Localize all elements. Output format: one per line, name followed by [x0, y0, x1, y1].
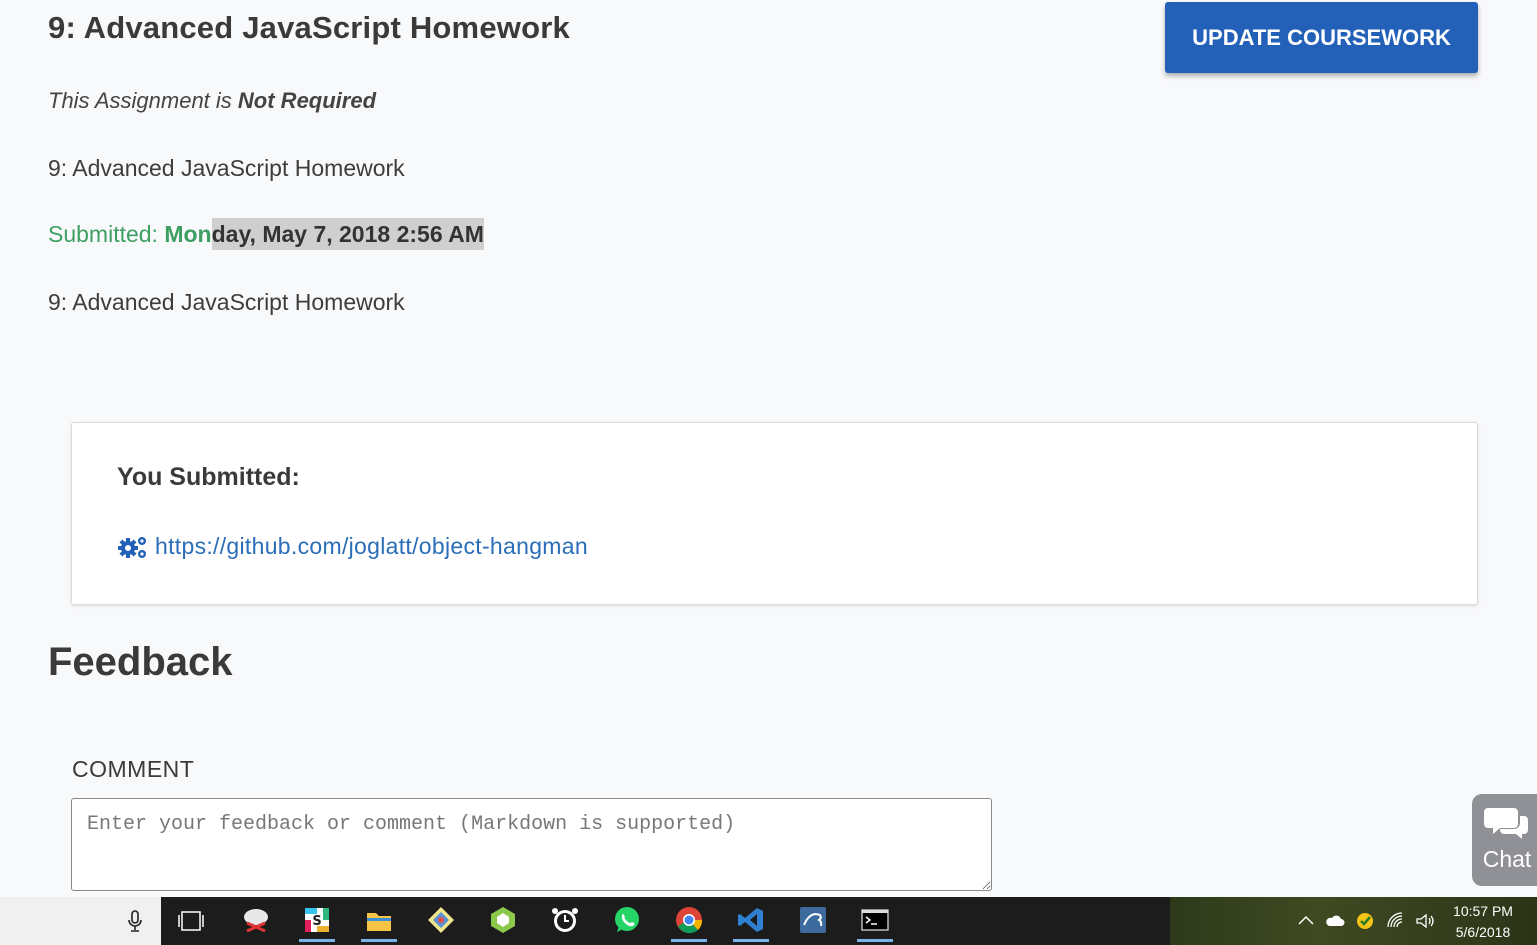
- terminal-taskbar-icon[interactable]: [857, 902, 893, 942]
- assignment-description: 9: Advanced JavaScript Homework: [48, 155, 405, 181]
- onedrive-cloud-icon[interactable]: [1325, 911, 1345, 931]
- vscode-taskbar-icon[interactable]: [733, 902, 769, 942]
- slack-taskbar-icon[interactable]: S: [299, 902, 335, 942]
- show-hidden-icons-chevron-icon[interactable]: [1296, 911, 1316, 931]
- comment-input[interactable]: [71, 798, 992, 891]
- file-explorer-taskbar-icon[interactable]: [361, 902, 397, 942]
- node-taskbar-icon[interactable]: [485, 902, 521, 938]
- taskbar-clock[interactable]: 10:57 PM 5/6/2018: [1448, 901, 1518, 943]
- submission-card: You Submitted: https://github.com/joglat…: [71, 422, 1478, 605]
- microphone-icon[interactable]: [126, 910, 144, 932]
- gitkraken-taskbar-icon[interactable]: [423, 902, 459, 938]
- comment-label: COMMENT: [72, 756, 195, 782]
- chat-button[interactable]: Chat: [1472, 794, 1537, 886]
- norton-security-icon[interactable]: [1355, 911, 1375, 931]
- task-view-icon[interactable]: [177, 909, 205, 933]
- chat-label: Chat: [1482, 846, 1532, 872]
- submission-heading: You Submitted:: [117, 463, 300, 491]
- feedback-title: Feedback: [48, 640, 233, 684]
- update-coursework-button[interactable]: UPDATE COURSEWORK: [1165, 2, 1478, 73]
- windows-taskbar: S 10:57 PM 5/6/2018: [0, 897, 1537, 945]
- wifi-icon[interactable]: [1386, 911, 1406, 931]
- assignment-description-secondary: 9: Advanced JavaScript Homework: [48, 289, 405, 315]
- taskbar-search-box[interactable]: [0, 897, 161, 945]
- submission-link[interactable]: https://github.com/joglatt/object-hangma…: [155, 533, 588, 560]
- clock-date: 5/6/2018: [1455, 924, 1511, 940]
- volume-icon[interactable]: [1415, 911, 1435, 931]
- required-status-value: Not Required: [237, 88, 377, 113]
- submission-link-row: https://github.com/joglatt/object-hangma…: [117, 533, 588, 560]
- submitted-timestamp: Submitted: Monday, May 7, 2018 2:56 AM: [48, 218, 484, 250]
- alarm-clock-taskbar-icon[interactable]: [547, 902, 583, 938]
- selected-text: day, May 7, 2018 2:56 AM: [211, 218, 484, 250]
- chrome-taskbar-icon[interactable]: [671, 902, 707, 942]
- whatsapp-taskbar-icon[interactable]: [609, 902, 645, 938]
- requirement-status: This Assignment is Not Required: [48, 88, 377, 113]
- chat-bubbles-icon: [1484, 808, 1528, 839]
- page-title: 9: Advanced JavaScript Homework: [48, 10, 570, 45]
- snipping-tool-taskbar-icon[interactable]: [238, 902, 274, 938]
- gears-icon: [118, 536, 146, 558]
- svg-text:S: S: [312, 914, 321, 929]
- clock-time: 10:57 PM: [1453, 903, 1513, 919]
- mysql-workbench-taskbar-icon[interactable]: [795, 902, 831, 938]
